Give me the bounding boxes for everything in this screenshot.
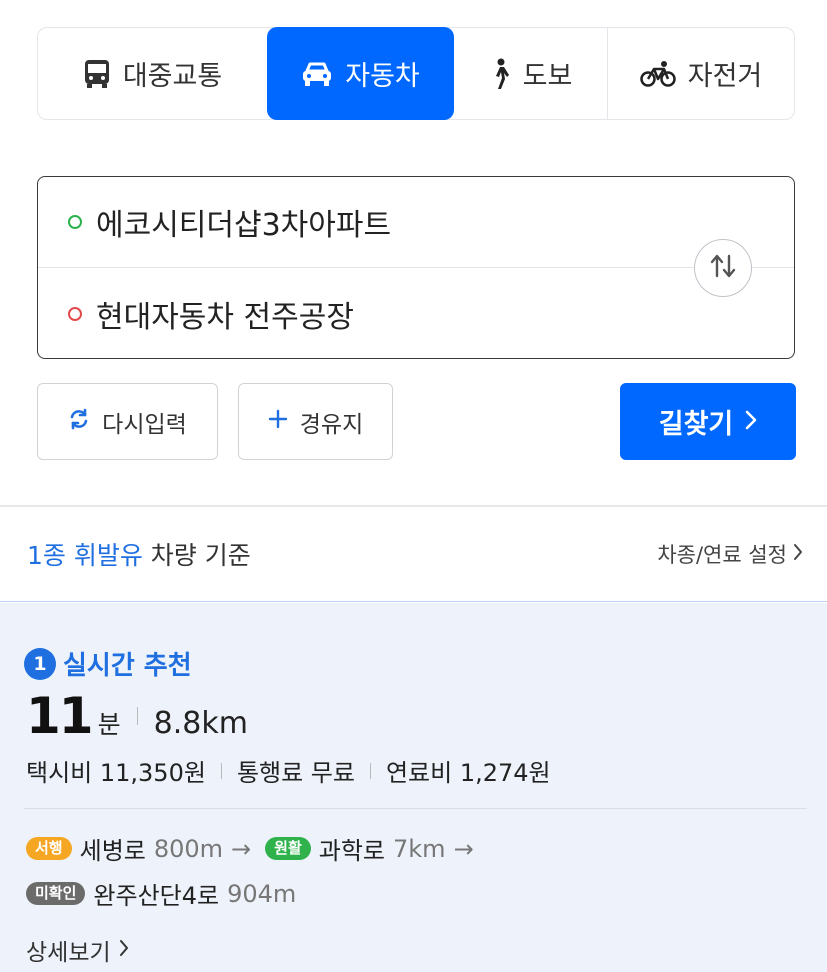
vehicle-basis-bar: 1종 휘발유 차량 기준 차종/연료 설정 [0,507,827,602]
swap-arrows-icon [708,253,738,283]
route-input-box: 에코시티더샵3차아파트 현대자동차 전주공장 [37,176,795,359]
reset-button-label: 다시입력 [102,411,187,438]
transport-mode-tabs: 대중교통 자동차 도보 자전거 [37,27,795,120]
tab-public-transit[interactable]: 대중교통 [38,28,267,119]
origin-field[interactable]: 에코시티더샵3차아파트 [38,177,794,268]
chevron-right-icon [119,937,129,963]
swap-button[interactable] [694,239,752,297]
tab-walk[interactable]: 도보 [454,28,608,119]
find-route-button[interactable]: 길찾기 [620,383,796,460]
destination-field[interactable]: 현대자동차 전주공장 [38,268,794,359]
road-length: 904m [227,879,297,908]
travel-time-unit: 분 [97,710,121,739]
tab-bicycle[interactable]: 자전거 [608,28,794,119]
road-length: 800m [153,834,224,863]
vehicle-basis-rest: 차량 기준 [142,541,251,570]
road-name: 완주산단4로 [93,882,220,910]
add-waypoint-label: 경유지 [299,411,364,438]
arrow-right-icon: → [453,834,474,863]
tab-public-transit-label: 대중교통 [122,61,223,92]
find-route-label: 길찾기 [658,409,734,440]
separator [136,707,138,725]
tab-car[interactable]: 자동차 [267,27,454,120]
road-length: 7km [393,834,446,863]
road-segments-row: 미확인 완주산단4로 904m [26,876,296,911]
traffic-status-badge: 서행 [26,837,72,860]
vehicle-settings-label: 차종/연료 설정 [657,543,787,567]
detail-view-link[interactable]: 상세보기 [26,933,129,967]
card-divider [24,808,807,809]
toll-fee: 통행료 무료 [236,759,355,787]
car-icon [301,61,333,87]
tab-car-label: 자동차 [345,61,420,92]
separator [369,762,371,779]
road-name: 세병로 [79,837,146,865]
tab-bicycle-label: 자전거 [687,61,763,92]
vehicle-basis-text: 1종 휘발유 차량 기준 [27,536,251,572]
add-waypoint-button[interactable]: 경유지 [238,383,393,460]
taxi-fare: 택시비 11,350원 [26,759,206,787]
plus-icon [268,409,288,435]
road-name: 과학로 [318,837,386,865]
fuel-cost: 연료비 1,274원 [385,759,551,787]
bicycle-icon [639,60,676,88]
fuel-type-highlight: 1종 휘발유 [27,541,143,570]
origin-value: 에코시티더샵3차아파트 [96,208,392,243]
travel-summary: 11 분 8.8km [26,687,248,745]
recommendation-text: 실시간 추천 [63,651,192,681]
route-result-card[interactable]: 1 실시간 추천 11 분 8.8km 택시비 11,350원 통행료 무료 연… [0,603,827,972]
chevron-right-icon [745,406,757,437]
recommendation-label: 1 실시간 추천 [24,645,192,682]
cost-summary: 택시비 11,350원 통행료 무료 연료비 1,274원 [26,753,551,788]
traffic-status-badge: 미확인 [26,882,86,905]
bus-icon [83,59,111,89]
road-segments-row: 서행 세병로 800m → 원활 과학로 7km → [26,831,480,866]
walk-icon [489,58,511,90]
separator [220,762,222,779]
origin-marker-icon [68,215,82,229]
traffic-status-badge: 원활 [265,837,311,860]
reset-button[interactable]: 다시입력 [37,383,218,460]
detail-view-label: 상세보기 [26,940,111,966]
tab-walk-label: 도보 [522,61,573,92]
travel-time-value: 11 [26,687,94,745]
vehicle-settings-link[interactable]: 차종/연료 설정 [657,539,803,569]
travel-distance: 8.8km [153,706,248,741]
arrow-right-icon: → [231,834,252,863]
destination-marker-icon [68,306,82,321]
chevron-right-icon [793,542,803,566]
destination-value: 현대자동차 전주공장 [96,299,354,335]
rank-badge: 1 [24,647,56,680]
refresh-icon [68,408,90,436]
